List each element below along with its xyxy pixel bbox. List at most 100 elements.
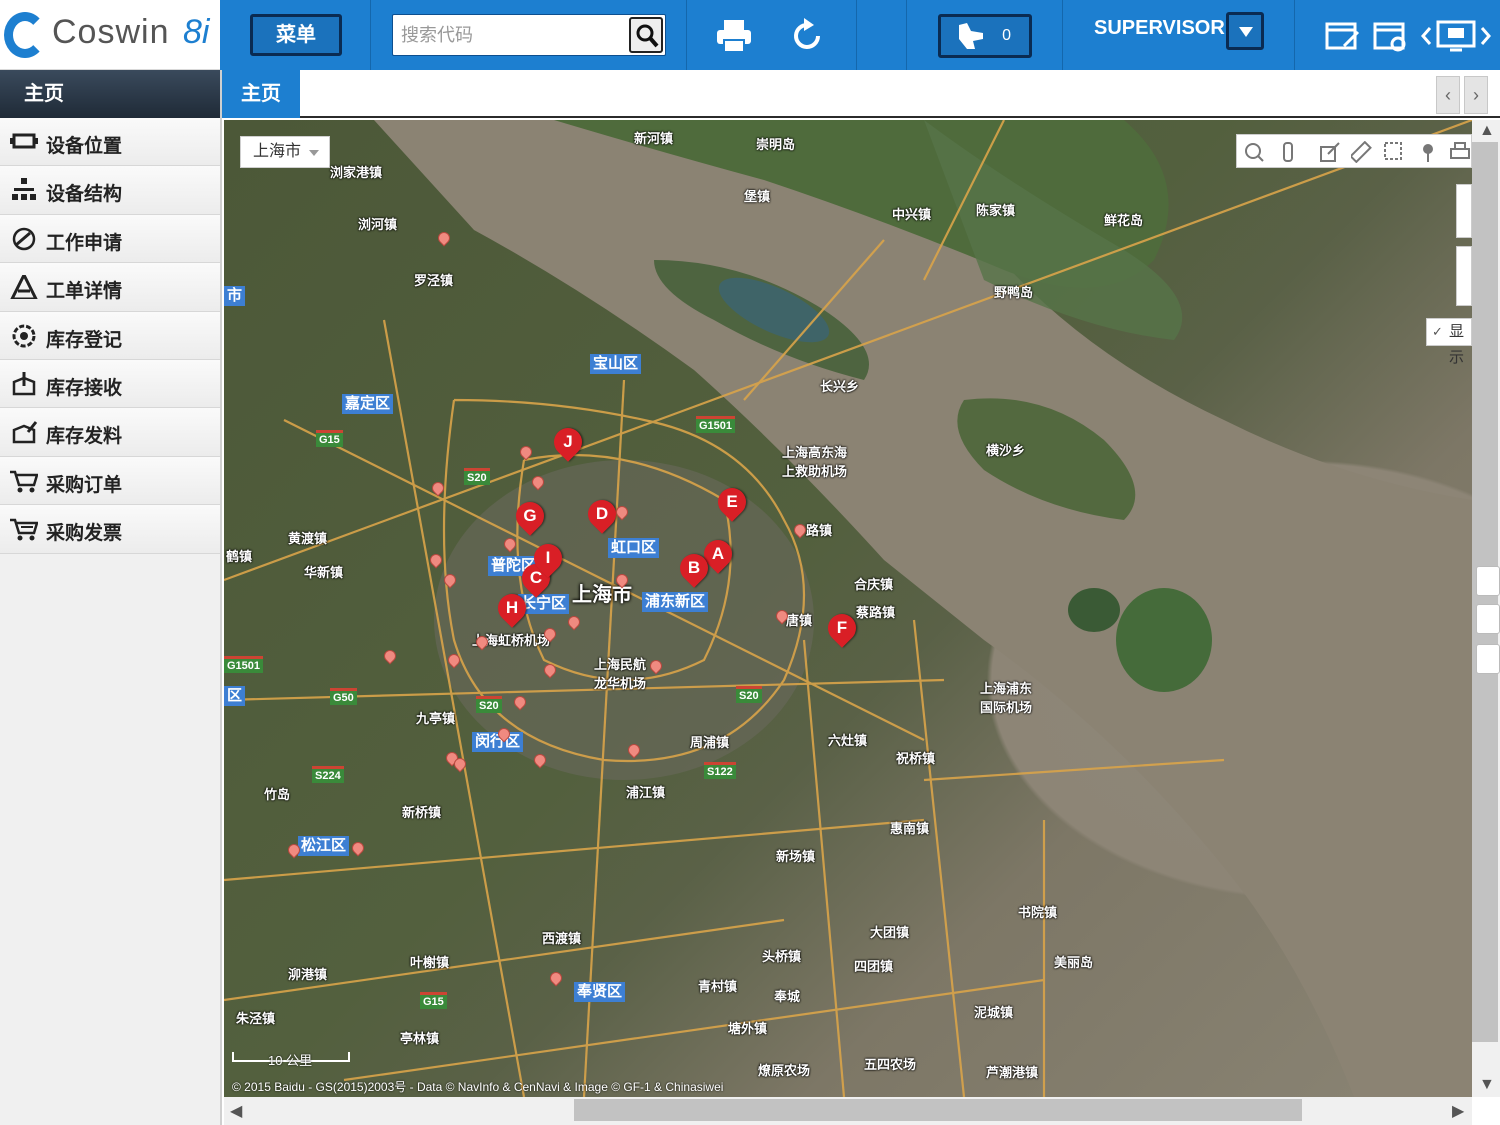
city-select[interactable]: 上海市 [240,136,330,168]
place-label: 塘外镇 [728,1021,768,1036]
place-label: 朱泾镇 [236,1011,276,1026]
place-label: 周浦镇 [690,735,730,750]
search-button[interactable] [629,17,663,53]
panel-toggle-icon[interactable] [1476,604,1500,634]
window-refresh-icon[interactable] [1370,16,1410,56]
place-label: 鲜花岛 [1104,213,1144,228]
search-input[interactable] [393,15,623,55]
map-copyright: © 2015 Baidu - GS(2015)2003号 - Data © Na… [232,1080,724,1094]
place-label: 堡镇 [744,189,771,204]
place-label: 罗泾镇 [414,273,454,288]
sidebar-header[interactable]: 主页 [0,70,220,118]
pin-icon[interactable] [1417,141,1439,163]
marker-E[interactable]: E [712,482,752,522]
tab-scroll-left-icon[interactable]: ‹ [1436,76,1460,114]
sidebar-item-inventory-register[interactable]: 库存登记 [0,311,220,360]
place-label: 芦潮港镇 [986,1065,1039,1080]
place-label: 长兴乡 [820,379,860,394]
sidebar-item-label: 设备结构 [46,184,123,206]
show-labels-checkbox[interactable]: 显示 [1426,318,1472,366]
messages-button[interactable]: 0 [938,14,1032,58]
place-label: 黄渡镇 [288,531,328,546]
marker-I[interactable]: I [528,538,568,578]
sidebar-item-work-request[interactable]: 工作申请 [0,214,220,264]
panel-collapse-icon[interactable] [1476,644,1500,674]
ruler-icon[interactable] [1351,141,1373,163]
marker-B[interactable]: B [674,548,714,588]
place-label: 四团镇 [854,959,894,974]
place-label: 美丽岛 [1054,955,1094,970]
display-switch-icon[interactable] [1420,16,1494,56]
map-type-switch[interactable] [1456,246,1472,306]
horizontal-scrollbar[interactable]: ◀ ▶ [224,1097,1472,1125]
scroll-left-icon[interactable]: ◀ [230,1101,242,1121]
sidebar-item-equipment-location[interactable]: 设备位置 [0,118,220,167]
highway-shield: G15 [316,430,343,447]
zoom-icon[interactable] [1243,141,1265,163]
place-label: 书院镇 [1018,905,1058,920]
sidebar-item-inventory-receive[interactable]: 库存接收 [0,359,220,409]
scroll-right-icon[interactable]: ▶ [1452,1101,1464,1121]
sidebar-item-work-order[interactable]: 工单详情 [0,263,220,312]
sidebar-item-equipment-structure[interactable]: 设备结构 [0,166,220,215]
place-label: 叶榭镇 [410,955,450,970]
marker-G[interactable]: G [510,496,550,536]
brand-name: Coswin [52,13,170,51]
place-label: 泥城镇 [974,1005,1014,1020]
panel-toggle-icon[interactable] [1476,566,1500,596]
print-icon[interactable] [714,16,754,56]
user-name: SUPERVISOR [1094,17,1225,39]
place-label: 上海民航龙华机场 [594,657,647,691]
district-label: 浦东新区 [642,592,709,612]
toolbar-divider [1294,0,1295,70]
district-label: 市 [224,286,246,306]
traffic-icon[interactable] [1277,141,1299,163]
place-label: 九亭镇 [416,711,456,726]
map-type-switch[interactable] [1456,184,1472,238]
sidebar-item-purchase-invoice[interactable]: 采购发票 [0,505,220,554]
tab-bar: 主页 ‹ › [222,70,1500,118]
screenshot-icon[interactable] [1383,141,1405,163]
equipment-location-icon [10,133,38,149]
print-icon[interactable] [1449,141,1471,163]
marker-letter: B [687,558,701,577]
marker-J[interactable]: J [548,422,588,462]
place-label: 泖港镇 [288,967,328,982]
tab-home[interactable]: 主页 [222,70,300,118]
marker-F[interactable]: F [822,608,862,648]
tab-scroll-right-icon[interactable]: › [1464,76,1488,114]
place-label: 新桥镇 [402,805,442,820]
place-label: 浏河镇 [358,217,398,232]
window-edit-icon[interactable] [1322,16,1362,56]
place-label: 唐镇 [786,613,813,628]
highway-shield: S20 [736,686,762,703]
sidebar-item-inventory-issue[interactable]: 库存发料 [0,408,220,457]
map-toolbar [1236,134,1472,168]
toolbar-divider [856,0,857,70]
highway-shield: G15 [420,992,447,1009]
marker-H[interactable]: H [492,588,532,628]
work-order-icon [10,275,38,300]
toolbar-divider [1062,0,1063,70]
share-icon[interactable] [1319,141,1341,163]
place-label: 华新镇 [304,565,344,580]
user-dropdown-button[interactable] [1226,12,1264,50]
toolbar-divider [686,0,687,70]
toolbar-divider [906,0,907,70]
sidebar-item-purchase-order[interactable]: 采购订单 [0,456,220,506]
highway-shield: G1501 [696,416,736,433]
refresh-icon[interactable] [788,16,828,56]
scroll-thumb[interactable] [574,1099,1302,1121]
scroll-up-icon[interactable]: ▲ [1479,122,1495,140]
highway-shield: G1501 [224,656,264,673]
notification-hand-icon [959,23,983,49]
place-label: 西渡镇 [542,931,582,946]
map-view[interactable]: 上海市 显示 上海市 宝山区 嘉定区 虹口区 普陀区 长宁区 浦东新区 闵行区 … [224,120,1472,1097]
scroll-down-icon[interactable]: ▼ [1479,1076,1495,1094]
sidebar-item-label: 库存登记 [46,329,123,351]
highway-shield: S20 [476,696,502,713]
menu-button[interactable]: 菜单 [250,14,342,56]
brand-version: 8i [183,13,210,51]
highway-shield: S224 [312,766,344,783]
place-label: 上海浦东国际机场 [980,681,1033,715]
